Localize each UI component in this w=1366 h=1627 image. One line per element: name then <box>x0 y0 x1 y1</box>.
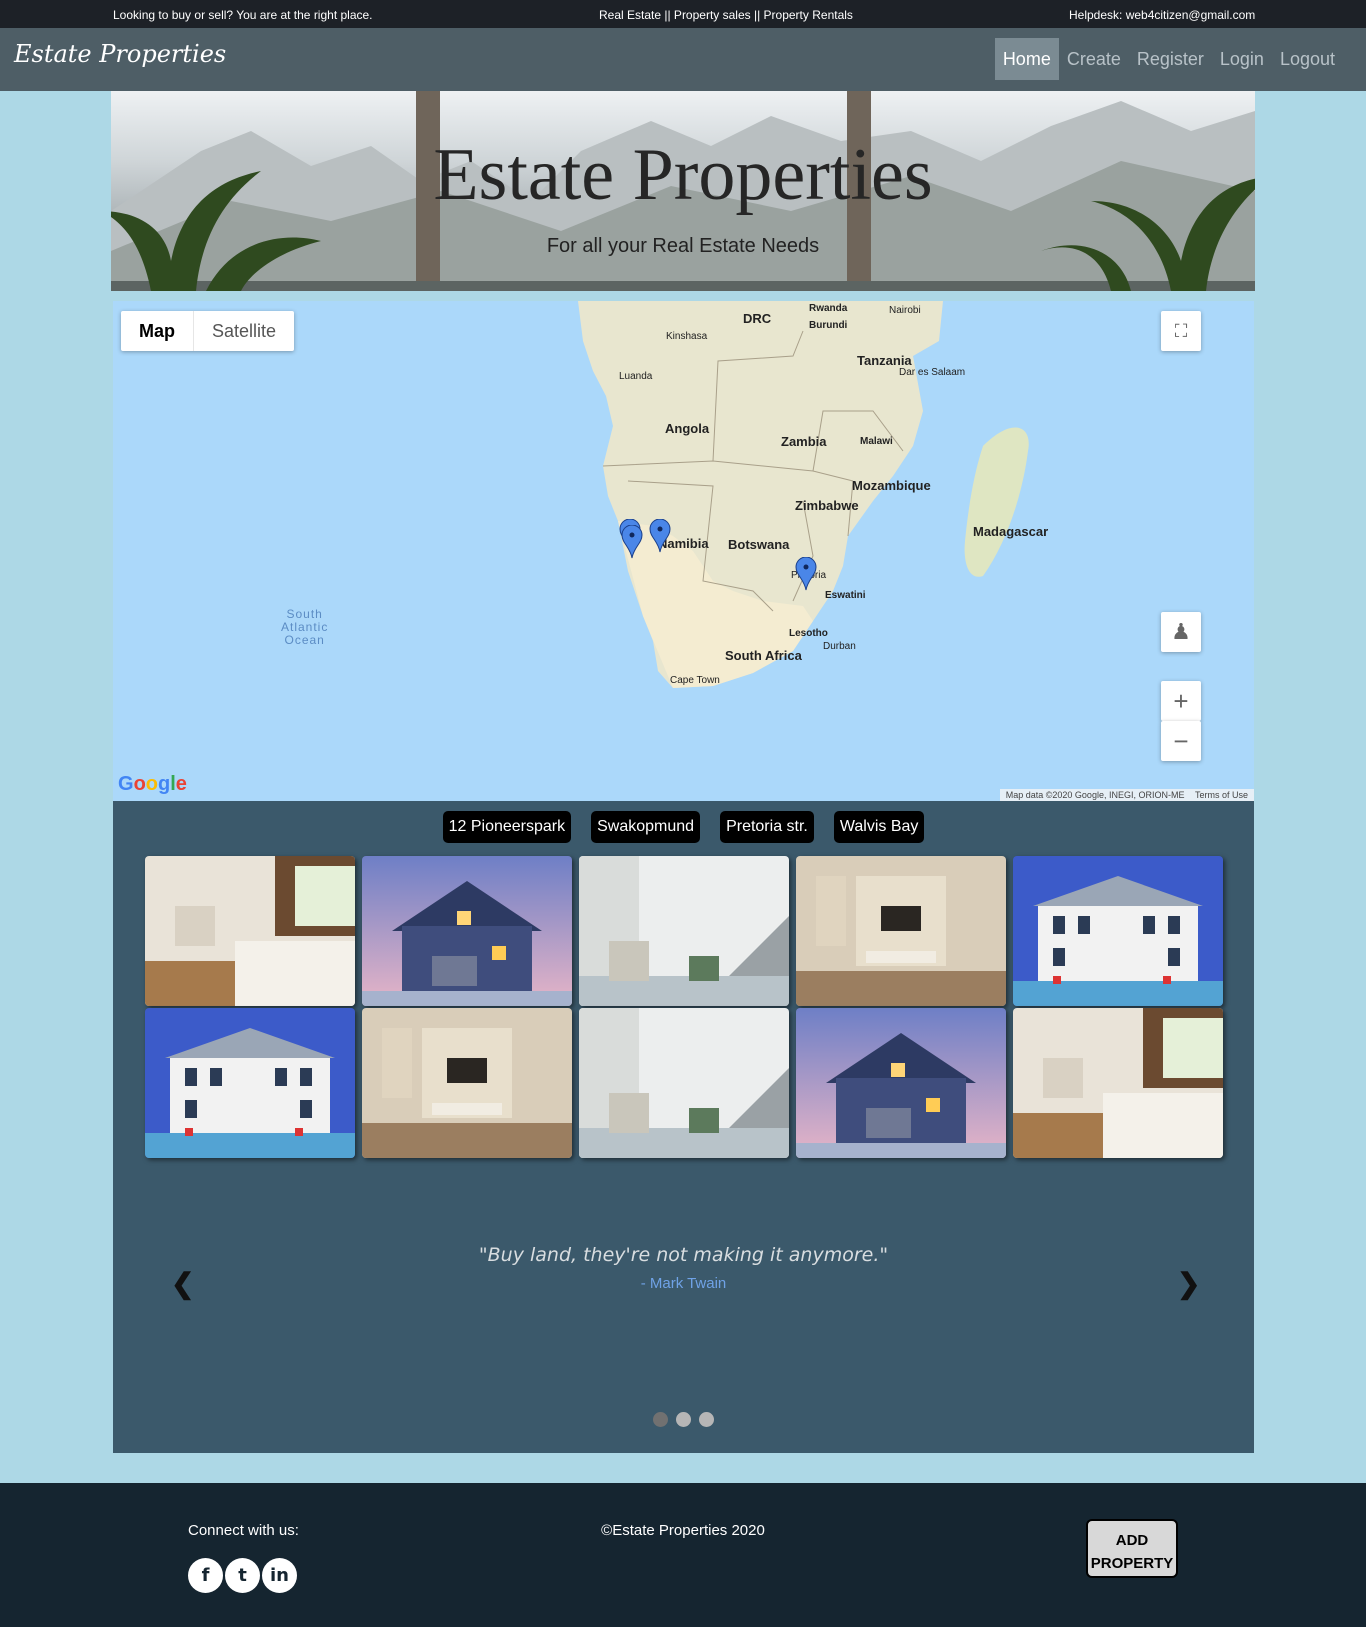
topbar-tagline: Looking to buy or sell? You are at the r… <box>113 8 373 22</box>
social-links: f t in <box>188 1558 297 1593</box>
map-label-kinshasa: Kinshasa <box>666 331 708 342</box>
map-label-zambia: Zambia <box>781 434 827 449</box>
map-label-malawi: Malawi <box>860 436 893 447</box>
testimonial-quote: "Buy land, they're not making it anymore… <box>478 1244 889 1266</box>
property-tag[interactable]: Walvis Bay <box>833 811 925 843</box>
nav-login[interactable]: Login <box>1212 38 1272 80</box>
map-attribution: Map data ©2020 Google, INEGI, ORION-ME T… <box>999 789 1254 801</box>
zoom-out-button[interactable]: − <box>1161 721 1201 761</box>
zoom-in-button[interactable]: + <box>1161 681 1201 721</box>
banner-title: Estate Properties <box>433 134 933 216</box>
map-label-rwanda: Rwanda <box>809 303 848 314</box>
map-label-zimbabwe: Zimbabwe <box>795 498 859 513</box>
property-gallery <box>145 856 1225 1158</box>
carousel-dot[interactable] <box>653 1412 668 1427</box>
map-label-burundi: Burundi <box>809 320 848 331</box>
fullscreen-icon[interactable]: ⛶ <box>1161 311 1201 351</box>
map-data-credit: Map data ©2020 Google, INEGI, ORION-ME <box>1005 790 1185 800</box>
map-type-map[interactable]: Map <box>121 311 194 351</box>
map-label-drc: DRC <box>743 311 772 326</box>
google-logo[interactable]: Google <box>118 773 187 796</box>
linkedin-icon[interactable]: in <box>262 1558 297 1593</box>
property-photo-staircase[interactable] <box>579 856 789 1006</box>
property-photo-mansion[interactable] <box>1013 856 1223 1006</box>
property-photo-house[interactable] <box>362 856 572 1006</box>
listings-section: 12 Pioneerspark Swakopmund Pretoria str.… <box>113 801 1254 1453</box>
nav-create[interactable]: Create <box>1059 38 1129 80</box>
add-property-button[interactable]: ADD PROPERTY <box>1086 1519 1178 1578</box>
topbar-services: Real Estate || Property sales || Propert… <box>599 8 853 22</box>
map-marker-2[interactable] <box>621 525 643 559</box>
property-photo-mansion[interactable] <box>145 1008 355 1158</box>
map-marker-3[interactable] <box>649 519 671 553</box>
nav-home[interactable]: Home <box>994 38 1059 80</box>
property-photo-living-room[interactable] <box>362 1008 572 1158</box>
header-banner: Estate Properties For all your Real Esta… <box>111 91 1255 291</box>
banner-subtitle: For all your Real Estate Needs <box>546 235 820 257</box>
twitter-icon[interactable]: t <box>225 1558 260 1593</box>
map-label-madagascar: Madagascar <box>973 524 1049 539</box>
map-label-ocean: South Atlantic Ocean <box>281 607 329 647</box>
property-tag[interactable]: 12 Pioneerspark <box>442 811 572 843</box>
property-photo-staircase[interactable] <box>579 1008 789 1158</box>
property-tags: 12 Pioneerspark Swakopmund Pretoria str.… <box>113 811 1254 843</box>
map-label-south-africa: South Africa <box>725 648 802 663</box>
map-label-eswatini: Eswatini <box>825 590 866 601</box>
map-label-durban: Durban <box>823 641 856 652</box>
brand-logo[interactable]: Estate Properties <box>14 40 226 68</box>
property-photo-living-room[interactable] <box>796 856 1006 1006</box>
property-tag[interactable]: Swakopmund <box>591 811 701 843</box>
map-marker-4[interactable] <box>795 557 817 591</box>
carousel-next-icon[interactable]: ❯ <box>1177 1267 1200 1300</box>
map-land <box>578 301 1029 688</box>
testimonial-author: - Mark Twain <box>640 1275 727 1292</box>
facebook-icon[interactable]: f <box>188 1558 223 1593</box>
map-label-mozambique: Mozambique <box>852 478 931 493</box>
map-terms-link[interactable]: Terms of Use <box>1195 790 1248 800</box>
property-tag[interactable]: Pretoria str. <box>720 811 814 843</box>
google-map[interactable]: Map Satellite ⛶ ♟ + − DRC Rwanda Burundi… <box>113 301 1254 801</box>
nav-links: Home Create Register Login Logout <box>994 38 1343 80</box>
navbar: Estate Properties Home Create Register L… <box>0 28 1366 91</box>
map-label-angola: Angola <box>665 421 710 436</box>
map-label-luanda: Luanda <box>619 371 653 382</box>
carousel-prev-icon[interactable]: ❮ <box>171 1267 194 1300</box>
carousel-dots <box>113 1412 1254 1427</box>
map-type-satellite[interactable]: Satellite <box>194 311 294 351</box>
map-label-tanzania: Tanzania <box>857 353 912 368</box>
topbar-helpdesk: Helpdesk: web4citizen@gmail.com <box>1069 8 1256 22</box>
map-label-botswana: Botswana <box>728 537 790 552</box>
pegman-icon[interactable]: ♟ <box>1161 612 1201 652</box>
top-info-bar: Looking to buy or sell? You are at the r… <box>0 0 1366 28</box>
map-label-nairobi: Nairobi <box>889 305 921 316</box>
property-photo-kitchen[interactable] <box>1013 1008 1223 1158</box>
carousel-dot[interactable] <box>699 1412 714 1427</box>
carousel-dot[interactable] <box>676 1412 691 1427</box>
map-label-cape-town: Cape Town <box>670 675 720 686</box>
map-label-dar-es-salaam: Dar es Salaam <box>899 367 966 378</box>
map-label-lesotho: Lesotho <box>789 628 828 639</box>
nav-logout[interactable]: Logout <box>1272 38 1343 80</box>
map-type-toggle: Map Satellite <box>121 311 295 351</box>
property-photo-house[interactable] <box>796 1008 1006 1158</box>
nav-register[interactable]: Register <box>1129 38 1212 80</box>
footer: Connect with us: f t in ©Estate Properti… <box>0 1483 1366 1627</box>
property-photo-kitchen[interactable] <box>145 856 355 1006</box>
